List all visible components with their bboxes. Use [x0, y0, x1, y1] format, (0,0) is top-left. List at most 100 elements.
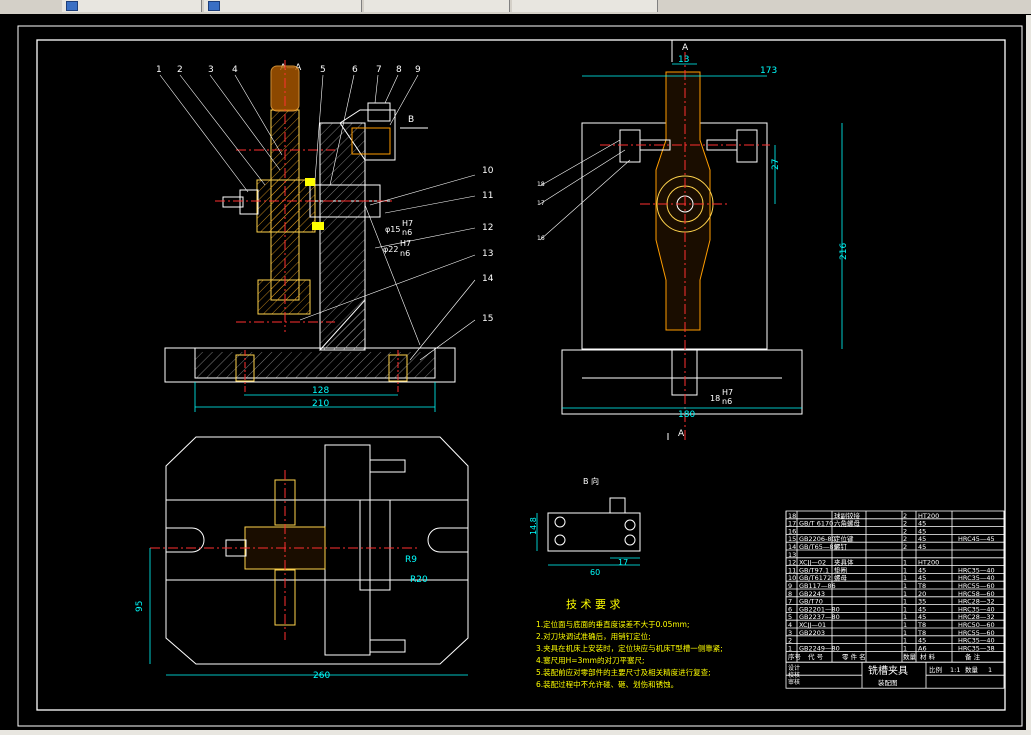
bom-cell-code: GB/T 6170: [799, 520, 833, 528]
bom-cell-note: HRC55—60: [958, 582, 995, 590]
dim-128: 128: [312, 386, 329, 396]
fit-15-n6: n6: [402, 228, 412, 237]
bom-cell-name: 垫圈: [834, 565, 847, 574]
bom-cell-qty: 2: [903, 512, 907, 520]
view-b-title: B 向: [583, 476, 599, 486]
balloon-5: 5: [320, 65, 326, 75]
bom-cell-qty: 1: [903, 629, 907, 637]
bom-cell-no: 7: [788, 598, 792, 606]
bom-cell-no: 18: [788, 512, 796, 520]
bom-cell-note: HRC55—60: [958, 629, 995, 637]
bom-cell-note: HRC28—32: [958, 613, 995, 621]
bom-cell-qty: 1: [903, 582, 907, 590]
bom-cell-qty: 1: [903, 574, 907, 582]
bom-cell-no: 6: [788, 605, 792, 613]
bom-cell-no: 11: [788, 566, 796, 574]
balloon-6: 6: [352, 65, 358, 75]
qty-label: 数量: [965, 665, 979, 674]
drawing-canvas[interactable]: A—A B: [0, 0, 1031, 735]
fit-15: φ15: [385, 225, 400, 234]
balloon-4: 4: [232, 65, 238, 75]
bom-header-no: 序号: [788, 652, 802, 661]
tech-line-5: 5.装配前应对零部件的主要尺寸及相关精度进行复查;: [536, 667, 711, 677]
tech-line-4: 4.塞尺用H=3mm的对刀平塞尺;: [536, 655, 645, 665]
balloon-17: 17: [537, 200, 545, 207]
view-b-marker: B: [408, 115, 414, 125]
side-fit-n6: n6: [722, 397, 732, 406]
bom-header-qty: 数量: [903, 652, 917, 661]
bom-cell-name: 六角螺母: [834, 519, 861, 528]
bom-cell-mat: 45: [918, 637, 926, 645]
bom-cell-note: HRC50—60: [958, 621, 995, 629]
bom-cell-code: XCJJ—02: [799, 559, 826, 567]
bom-cell-mat: HT200: [918, 559, 939, 567]
drawing-title: 铣槽夹具: [868, 664, 908, 677]
dim-r9: R9: [405, 555, 417, 565]
bom-cell-note: HRC58—60: [958, 590, 995, 598]
bom-cell-mat: HT200: [918, 512, 939, 520]
bom-cell-code: GB2201—80: [799, 605, 840, 613]
bom-cell-note: HRC45—45: [958, 535, 995, 543]
balloon-11: 11: [482, 191, 493, 201]
bom-cell-qty: 2: [903, 520, 907, 528]
side-fit-18: 18: [710, 394, 720, 403]
balloon-15: 15: [482, 314, 493, 324]
bom-cell-mat: T8: [917, 621, 926, 629]
bom-header-name: 零 件 名: [842, 652, 866, 661]
bom-cell-note: HRC35—40: [958, 574, 995, 582]
balloon-7: 7: [376, 65, 382, 75]
horizontal-scrollbar[interactable]: [0, 730, 1031, 735]
balloon-9: 9: [415, 65, 421, 75]
bom-cell-no: 5: [788, 613, 792, 621]
dim-13: 13: [678, 55, 689, 65]
qty-value: 1: [988, 666, 992, 674]
bom-cell-note: HRC35—38: [958, 644, 995, 652]
bom-cell-no: 16: [788, 527, 796, 535]
dim-173: 173: [760, 66, 777, 76]
bom-cell-code: GB2237—80: [799, 613, 840, 621]
bom-cell-no: 17: [788, 520, 796, 528]
fit-22-n6: n6: [400, 249, 410, 258]
bom-cell-qty: 2: [903, 535, 907, 543]
bom-cell-mat: 45: [918, 520, 926, 528]
bom-cell-mat: 45: [918, 574, 926, 582]
bom-cell-name: 螺母: [834, 573, 848, 582]
dim-17: 17: [618, 558, 628, 567]
bom-cell-qty: 1: [903, 621, 907, 629]
bom-cell-no: 1: [788, 644, 792, 652]
bom-cell-note: HRC28—32: [958, 598, 995, 606]
dim-60: 60: [590, 568, 600, 577]
balloon-3: 3: [208, 65, 214, 75]
bom-header-code: 代 号: [808, 652, 824, 661]
fit-22-h7: H7: [400, 239, 411, 248]
bom-cell-mat: T8: [917, 582, 926, 590]
bom-cell-no: 10: [788, 574, 796, 582]
bom-cell-no: 12: [788, 559, 796, 567]
bom-cell-name: 夹具体: [834, 558, 854, 567]
bom-cell-qty: 2: [903, 543, 907, 551]
bom-cell-qty: 1: [903, 644, 907, 652]
bom-cell-qty: 1: [903, 605, 907, 613]
bom-cell-code: GB2203: [799, 629, 825, 637]
side-fit-h7: H7: [722, 388, 733, 397]
bom-cell-qty: 2: [903, 527, 907, 535]
balloon-2: 2: [177, 65, 183, 75]
bom-header-note: 备 注: [965, 652, 981, 661]
tech-title: 技 术 要 求: [566, 598, 621, 611]
bom-cell-qty: 1: [903, 566, 907, 574]
bom-cell-name: 球副铰接: [834, 511, 861, 520]
vertical-scrollbar[interactable]: [1026, 15, 1031, 735]
bom-cell-note: HRC35—40: [958, 605, 995, 613]
bom-cell-qty: 1: [903, 590, 907, 598]
bom-cell-mat: 20: [918, 590, 926, 598]
title-role: 校核: [788, 671, 800, 679]
bom-cell-qty: 1: [903, 637, 907, 645]
bom-cell-mat: A6: [918, 644, 927, 652]
bom-cell-code: GB2249—80: [799, 644, 840, 652]
section-arrow-a-bottom: A: [678, 429, 685, 439]
bom-cell-no: 15: [788, 535, 796, 543]
balloon-12: 12: [482, 223, 493, 233]
drawing-subtitle: 装配图: [878, 678, 898, 687]
bom-cell-mat: 45: [918, 535, 926, 543]
tech-line-6: 6.装配过程中不允许碰、砸、划伤和锈蚀。: [536, 679, 678, 689]
